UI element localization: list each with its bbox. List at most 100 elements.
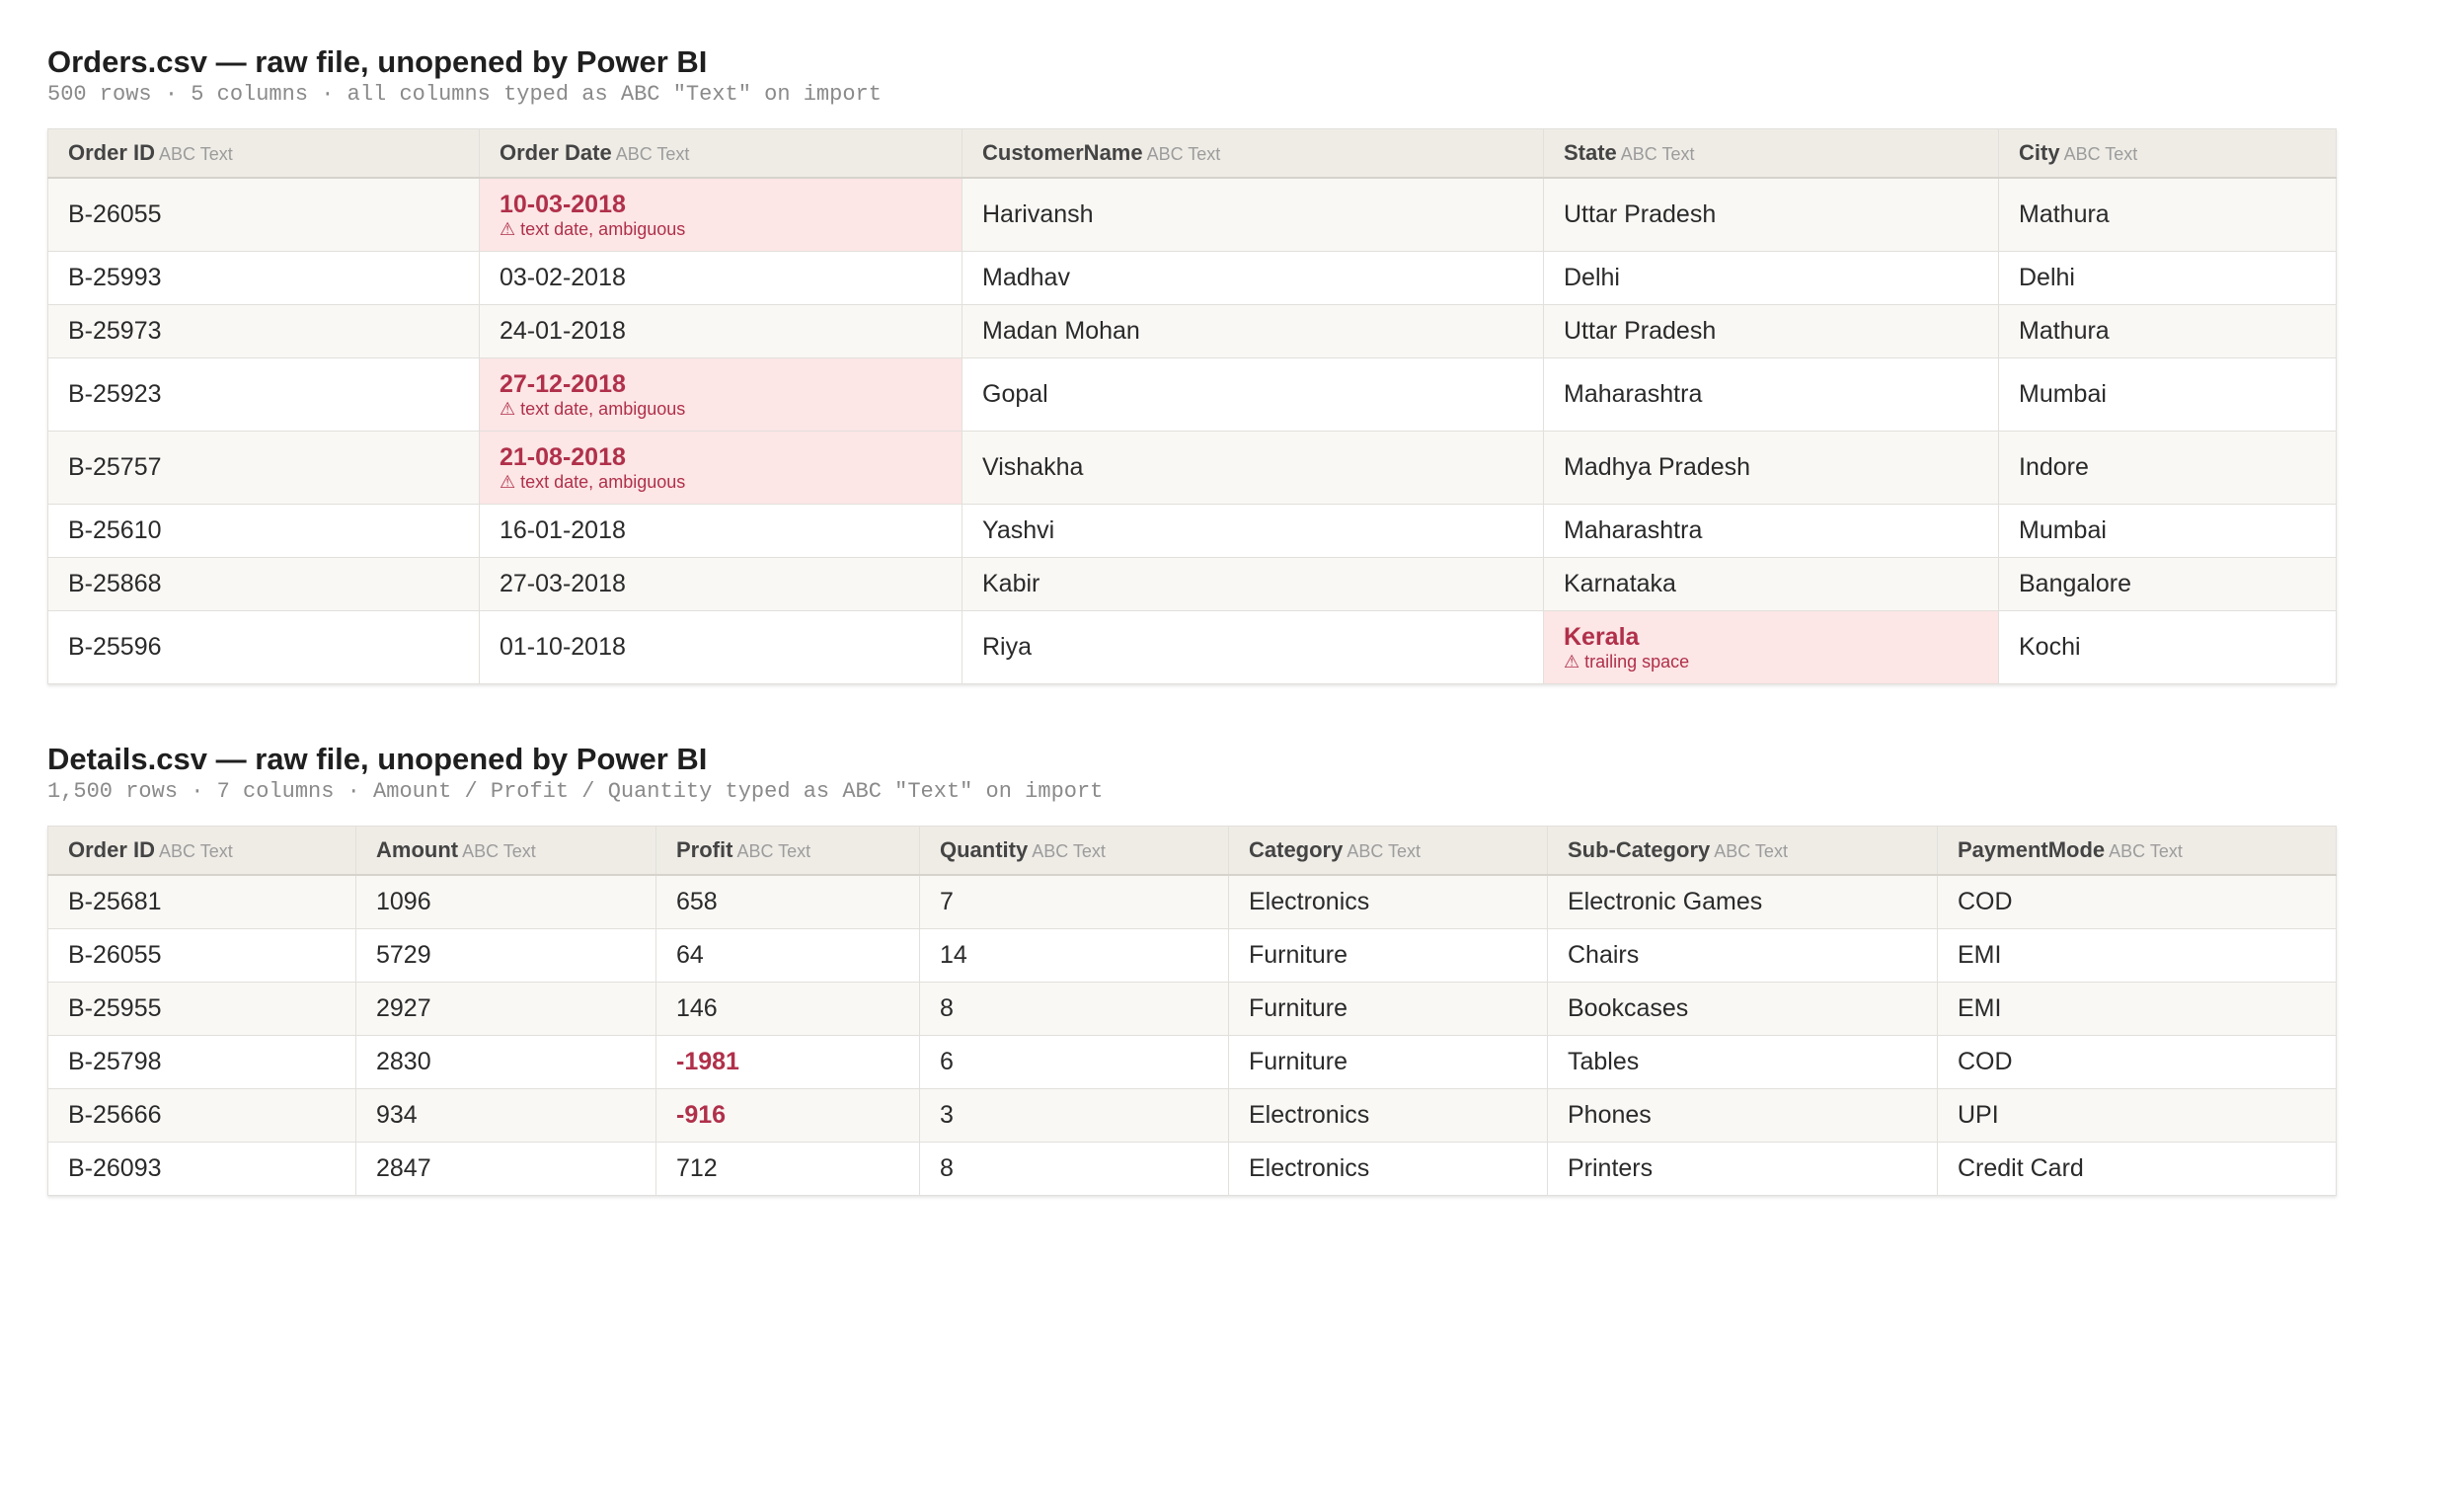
table-row[interactable]: B-26055 5729 64 14 Furniture Chairs EMI [47, 928, 2337, 983]
category-cell: Furniture [1228, 982, 1548, 1036]
payment-mode-cell: COD [1937, 1035, 2337, 1089]
customer-name-cell: Harivansh [962, 177, 1544, 252]
sub-category-cell: Electronic Games [1547, 874, 1938, 929]
amount-cell: 2927 [355, 982, 656, 1036]
order-id-cell: B-25757 [47, 431, 480, 505]
sub-category-cell: Chairs [1547, 928, 1938, 983]
order-id-cell: B-26093 [47, 1142, 356, 1196]
state-cell: Uttar Pradesh [1543, 304, 1999, 358]
quantity-cell: 6 [919, 1035, 1229, 1089]
profit-cell-negative: -1981 [655, 1035, 920, 1089]
table-row[interactable]: B-25596 01-10-2018 Riya Kerala ⚠ trailin… [47, 610, 2337, 684]
column-header-state[interactable]: State ABC Text [1543, 128, 1999, 179]
table-row[interactable]: B-25973 24-01-2018 Madan Mohan Uttar Pra… [47, 304, 2337, 358]
quantity-cell: 8 [919, 1142, 1229, 1196]
state-cell: Karnataka [1543, 557, 1999, 611]
customer-name-cell: Yashvi [962, 504, 1544, 558]
orders-header-row: Order ID ABC Text Order Date ABC Text Cust… [47, 128, 2337, 179]
city-cell: Mathura [1998, 304, 2337, 358]
order-date-cell: 16-01-2018 [479, 504, 962, 558]
order-date-cell: 03-02-2018 [479, 251, 962, 305]
column-header-amount[interactable]: Amount ABC Text [355, 826, 656, 876]
warning-note: ⚠ text date, ambiguous [500, 218, 686, 239]
state-cell: Madhya Pradesh [1543, 431, 1999, 505]
category-cell: Electronics [1228, 1142, 1548, 1196]
table-row[interactable]: B-25681 1096 658 7 Electronics Electroni… [47, 874, 2337, 929]
order-id-cell: B-25596 [47, 610, 480, 684]
profit-cell: 658 [655, 874, 920, 929]
order-id-cell: B-25973 [47, 304, 480, 358]
state-cell: Maharashtra [1543, 357, 1999, 432]
column-type-label: ABC Text [159, 144, 233, 164]
table-row[interactable]: B-25610 16-01-2018 Yashvi Maharashtra Mu… [47, 504, 2337, 558]
table-row[interactable]: B-25923 27-12-2018 ⚠ text date, ambiguou… [47, 357, 2337, 432]
table-row[interactable]: B-25868 27-03-2018 Kabir Karnataka Banga… [47, 557, 2337, 611]
city-cell: Bangalore [1998, 557, 2337, 611]
order-id-cell: B-26055 [47, 928, 356, 983]
state-cell-flagged: Kerala ⚠ trailing space [1543, 610, 1999, 684]
orders-subtitle: 500 rows · 5 columns · all columns typed… [47, 82, 882, 107]
payment-mode-cell: COD [1937, 874, 2337, 929]
order-id-cell: B-25993 [47, 251, 480, 305]
category-cell: Electronics [1228, 874, 1548, 929]
order-date-cell-flagged: 27-12-2018 ⚠ text date, ambiguous [479, 357, 962, 432]
category-cell: Furniture [1228, 928, 1548, 983]
state-cell: Maharashtra [1543, 504, 1999, 558]
order-date-cell: 27-03-2018 [479, 557, 962, 611]
quantity-cell: 14 [919, 928, 1229, 983]
order-date-cell-flagged: 10-03-2018 ⚠ text date, ambiguous [479, 177, 962, 252]
column-header-payment-mode[interactable]: PaymentMode ABC Text [1937, 826, 2337, 876]
column-type-label: ABC Text [1032, 841, 1106, 861]
details-table: Order ID ABC Text Amount ABC Text Profit AB… [47, 826, 2337, 1196]
table-row[interactable]: B-25955 2927 146 8 Furniture Bookcases E… [47, 982, 2337, 1036]
city-cell: Mumbai [1998, 504, 2337, 558]
order-id-cell: B-25666 [47, 1088, 356, 1143]
warning-note: ⚠ trailing space [1564, 651, 1690, 672]
sub-category-cell: Phones [1547, 1088, 1938, 1143]
city-cell: Kochi [1998, 610, 2337, 684]
table-row[interactable]: B-25798 2830 -1981 6 Furniture Tables CO… [47, 1035, 2337, 1089]
table-row[interactable]: B-25757 21-08-2018 ⚠ text date, ambiguou… [47, 431, 2337, 505]
table-row[interactable]: B-26093 2847 712 8 Electronics Printers … [47, 1142, 2337, 1196]
amount-cell: 5729 [355, 928, 656, 983]
flagged-value: 10-03-2018 [500, 190, 626, 218]
column-header-quantity[interactable]: Quantity ABC Text [919, 826, 1229, 876]
sub-category-cell: Printers [1547, 1142, 1938, 1196]
city-cell: Indore [1998, 431, 2337, 505]
quantity-cell: 7 [919, 874, 1229, 929]
orders-table: Order ID ABC Text Order Date ABC Text Cust… [47, 128, 2337, 684]
column-header-order-date[interactable]: Order Date ABC Text [479, 128, 962, 179]
amount-cell: 1096 [355, 874, 656, 929]
table-row[interactable]: B-25993 03-02-2018 Madhav Delhi Delhi [47, 251, 2337, 305]
column-type-label: ABC Text [2063, 144, 2138, 164]
table-row[interactable]: B-26055 10-03-2018 ⚠ text date, ambiguou… [47, 177, 2337, 252]
order-id-cell: B-26055 [47, 177, 480, 252]
order-id-cell: B-25798 [47, 1035, 356, 1089]
column-header-city[interactable]: City ABC Text [1998, 128, 2337, 179]
warning-note: ⚠ text date, ambiguous [500, 398, 686, 419]
sub-category-cell: Tables [1547, 1035, 1938, 1089]
customer-name-cell: Riya [962, 610, 1544, 684]
profit-cell: 712 [655, 1142, 920, 1196]
amount-cell: 2847 [355, 1142, 656, 1196]
flagged-value: Kerala [1564, 622, 1640, 651]
details-header-row: Order ID ABC Text Amount ABC Text Profit AB… [47, 826, 2337, 876]
column-header-category[interactable]: Category ABC Text [1228, 826, 1548, 876]
payment-mode-cell: UPI [1937, 1088, 2337, 1143]
payment-mode-cell: EMI [1937, 928, 2337, 983]
column-header-profit[interactable]: Profit ABC Text [655, 826, 920, 876]
order-date-cell: 24-01-2018 [479, 304, 962, 358]
payment-mode-cell: Credit Card [1937, 1142, 2337, 1196]
column-header-order-id[interactable]: Order ID ABC Text [47, 826, 356, 876]
column-header-customer-name[interactable]: CustomerName ABC Text [962, 128, 1544, 179]
amount-cell: 2830 [355, 1035, 656, 1089]
column-header-order-id[interactable]: Order ID ABC Text [47, 128, 480, 179]
profit-cell-negative: -916 [655, 1088, 920, 1143]
order-id-cell: B-25955 [47, 982, 356, 1036]
city-cell: Mathura [1998, 177, 2337, 252]
flagged-value: 27-12-2018 [500, 369, 626, 398]
table-row[interactable]: B-25666 934 -916 3 Electronics Phones UP… [47, 1088, 2337, 1143]
order-date-cell-flagged: 21-08-2018 ⚠ text date, ambiguous [479, 431, 962, 505]
column-type-label: ABC Text [1347, 841, 1422, 861]
column-header-sub-category[interactable]: Sub-Category ABC Text [1547, 826, 1938, 876]
